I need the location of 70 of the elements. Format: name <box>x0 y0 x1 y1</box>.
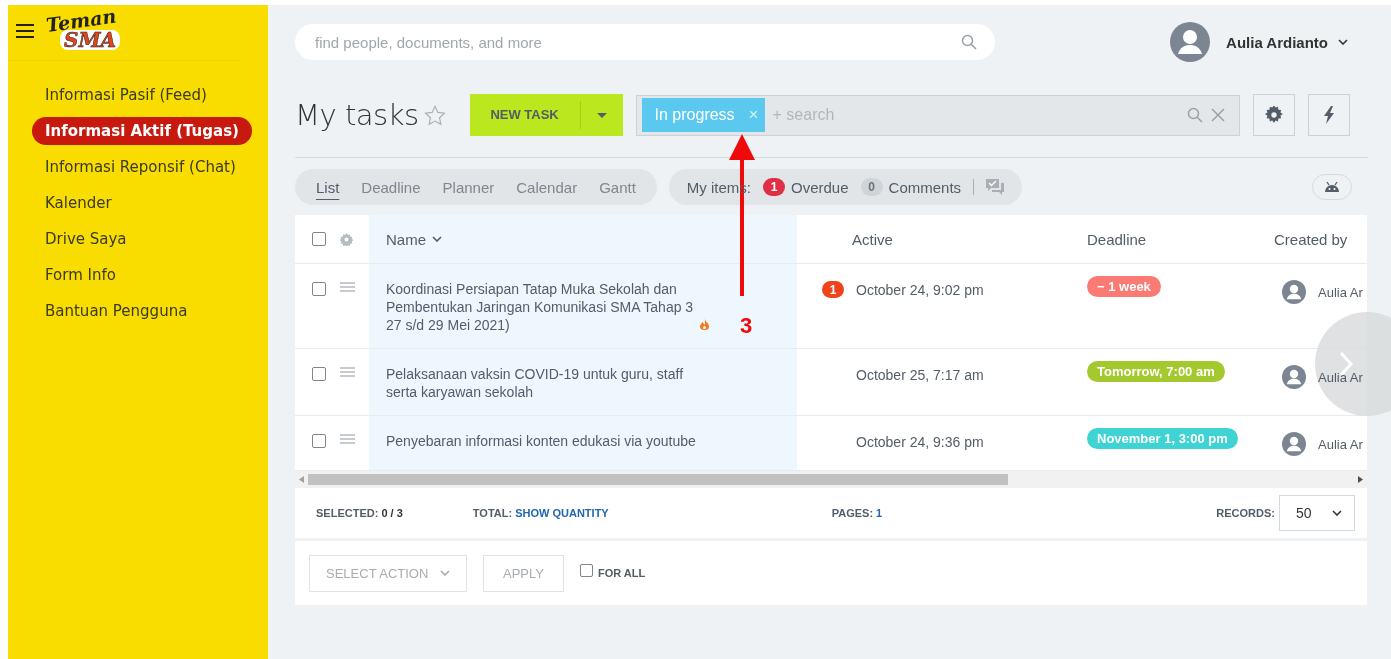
sidebar-item[interactable]: Informasi Reponsif (Chat) <box>32 153 249 181</box>
creator-name: Aulia Ar <box>1318 436 1363 452</box>
caret-icon <box>1338 39 1348 45</box>
view-tab[interactable]: Gantt <box>588 174 647 200</box>
drag-handle-icon[interactable] <box>340 434 355 444</box>
sidebar-item[interactable]: Drive Saya <box>32 225 140 253</box>
star-icon[interactable] <box>423 104 446 126</box>
activity-date: October 24, 9:36 pm <box>855 433 984 450</box>
pages-count: PAGES: 1 <box>831 507 883 519</box>
records-label: RECORDS: <box>1216 507 1275 519</box>
menu-icon[interactable] <box>16 23 34 38</box>
lightning-icon <box>1322 106 1335 124</box>
selected-count: SELECTED: 0 / 3 <box>316 507 403 519</box>
scrollbar-thumb[interactable] <box>308 474 1008 485</box>
row-checkbox[interactable] <box>312 367 326 381</box>
sidebar-item[interactable]: Informasi Pasif (Feed) <box>32 81 220 109</box>
gear-icon[interactable] <box>340 232 353 246</box>
sidebar-item[interactable]: Informasi Aktif (Tugas) <box>32 117 252 145</box>
creator-name: Aulia Ar <box>1318 369 1363 385</box>
avatar-icon <box>1282 365 1306 389</box>
clear-icon[interactable] <box>1210 108 1225 122</box>
sidebar-item[interactable]: Form Info <box>32 261 129 289</box>
view-tab[interactable]: Deadline <box>350 174 432 200</box>
settings-button[interactable] <box>1252 94 1295 136</box>
for-all-label: FOR ALL <box>597 567 646 579</box>
drag-handle-icon[interactable] <box>340 367 355 377</box>
column-header[interactable]: Created by <box>1274 230 1348 248</box>
activity-date: October 24, 9:02 pm <box>856 281 984 298</box>
gear-icon <box>1264 106 1283 124</box>
records-select[interactable]: 50 <box>1279 495 1355 531</box>
avatar-icon <box>1170 22 1211 62</box>
chat-icon[interactable] <box>986 179 1005 195</box>
avatar-icon <box>1282 432 1306 456</box>
select-all-checkbox[interactable] <box>312 232 326 246</box>
new-task-button[interactable]: NEW TASK <box>469 94 623 136</box>
task-name[interactable]: Koordinasi Persiapan Tatap Muka Sekolah dan Pembentukan Jaringan Komunikasi SMA Tahap 3 27 s/d 29 Mei 2021) <box>386 280 696 334</box>
avatar-icon <box>1282 280 1306 304</box>
robot-icon <box>1324 181 1340 193</box>
caret-icon <box>596 112 607 118</box>
caret-icon <box>1332 510 1342 516</box>
column-header[interactable]: Active <box>852 230 893 248</box>
user-menu[interactable]: Aulia Ardianto <box>1226 33 1348 51</box>
creator-name: Aulia Ar <box>1318 284 1363 300</box>
count-badge: 1 <box>822 281 844 298</box>
search-icon <box>961 34 977 50</box>
view-tab[interactable]: List <box>305 174 351 200</box>
row-checkbox[interactable] <box>312 434 326 448</box>
total-label: TOTAL: <box>472 507 513 519</box>
logo: Teman SMA <box>46 11 121 50</box>
row-checkbox[interactable] <box>312 282 326 296</box>
annotation-label: 3 <box>740 313 753 339</box>
show-quantity-link[interactable]: SHOW QUANTITY <box>515 507 609 519</box>
search-icon[interactable] <box>1186 107 1203 123</box>
sort-icon <box>432 236 442 242</box>
column-header[interactable]: Deadline <box>1087 230 1147 248</box>
scroll-left-icon[interactable] <box>299 476 304 483</box>
view-tab[interactable]: Calendar <box>505 174 589 200</box>
sidebar-item[interactable]: Kalender <box>32 189 125 217</box>
column-header[interactable]: Name <box>386 230 426 248</box>
for-all-checkbox[interactable] <box>579 563 593 577</box>
activity-date: October 25, 7:17 am <box>855 366 984 383</box>
caret-icon <box>440 570 450 576</box>
view-tab[interactable]: Planner <box>431 174 506 200</box>
sidebar-item[interactable]: Bantuan Pengguna <box>32 297 201 325</box>
counter-link[interactable]: 0 Comments <box>860 178 962 196</box>
drag-handle-icon[interactable] <box>340 282 355 292</box>
lightning-button[interactable] <box>1307 94 1350 136</box>
scroll-right-icon[interactable] <box>1358 476 1363 483</box>
page-title: My tasks <box>295 98 419 132</box>
counter-link[interactable]: 1 Overdue <box>763 178 849 196</box>
